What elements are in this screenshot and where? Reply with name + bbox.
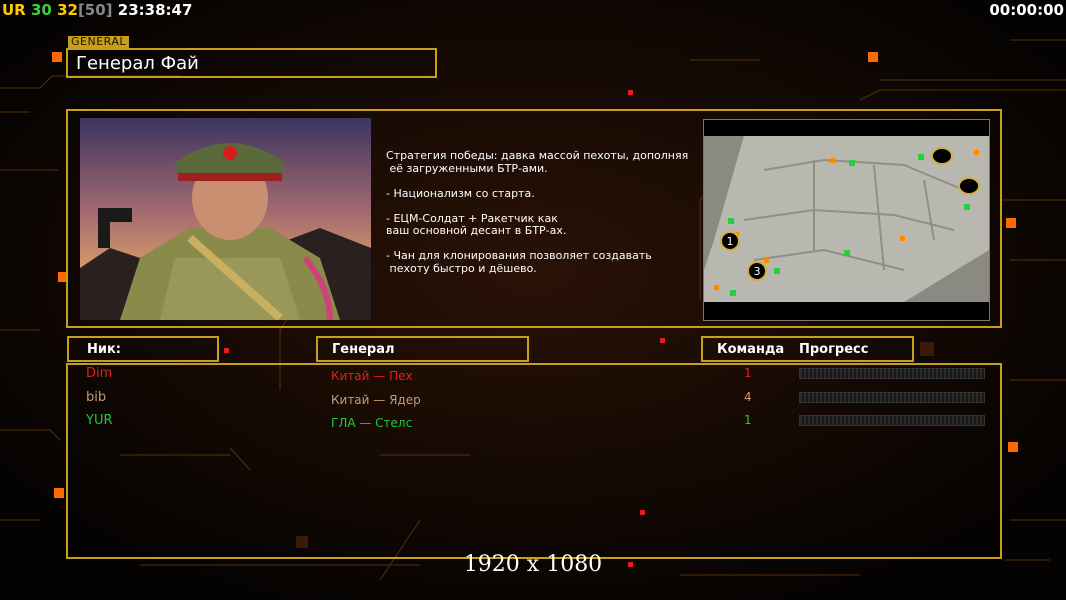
general-name-box: Генерал Фай xyxy=(66,48,437,78)
player-team: 1 xyxy=(744,366,752,380)
player-progress-bar xyxy=(799,391,985,403)
team-header-label: Команда xyxy=(717,342,785,357)
strategy-line: Стратегия победы: давка массой пехоты, д… xyxy=(386,149,689,162)
resolution-caption: 1920 x 1080 xyxy=(463,552,603,577)
general-header: Генерал xyxy=(316,336,529,362)
hud-clock: 23:38:47 xyxy=(117,1,193,19)
strategy-line: пехоту быстро и дёшево. xyxy=(386,261,537,275)
strategy-line xyxy=(386,175,701,188)
minimap[interactable]: 1 3 xyxy=(703,119,990,321)
hud-fps-limit: [50] xyxy=(77,1,113,19)
hud-fps: 30 xyxy=(30,1,52,19)
strategy-line: - Национализм со старта. xyxy=(386,186,535,200)
player-nick: bib xyxy=(86,389,107,405)
nick-header: Ник: xyxy=(67,336,219,362)
strategy-line: ваш основной десант в БТР-ах. xyxy=(386,224,567,237)
hud-stats: UR 30 32[50] 23:38:47 xyxy=(2,0,192,20)
player-general: Китай — Пех xyxy=(331,369,413,383)
player-team: 1 xyxy=(744,413,752,427)
team-progress-header: Команда Прогресс xyxy=(701,336,914,362)
hud-fps-alt: 32 xyxy=(57,1,78,19)
player-nick: YUR xyxy=(86,413,113,428)
minimap-marker-1: 1 xyxy=(727,235,734,248)
general-portrait xyxy=(80,118,371,320)
hud-prefix: UR xyxy=(2,1,26,19)
player-general: Китай — Ядер xyxy=(331,392,421,407)
minimap-marker-3: 3 xyxy=(754,265,761,278)
player-team: 4 xyxy=(744,389,752,404)
hud-timer: 00:00:00 xyxy=(989,1,1064,19)
player-progress-bar xyxy=(799,415,985,426)
strategy-line xyxy=(386,200,701,213)
general-name: Генерал Фай xyxy=(76,53,199,74)
nick-header-label: Ник: xyxy=(87,342,122,357)
player-progress-bar xyxy=(799,368,985,379)
strategy-line: её загруженными БТР-ами. xyxy=(386,161,548,175)
progress-header-label: Прогресс xyxy=(799,342,869,357)
general-tag: GENERAL xyxy=(68,36,130,48)
strategy-text: Стратегия победы: давка массой пехоты, д… xyxy=(386,149,701,275)
strategy-line: - Чан для клонирования позволяет создава… xyxy=(386,249,652,262)
player-general: ГЛА — Стелс xyxy=(331,416,413,430)
player-nick: Dim xyxy=(86,366,113,381)
general-header-label: Генерал xyxy=(332,342,395,357)
